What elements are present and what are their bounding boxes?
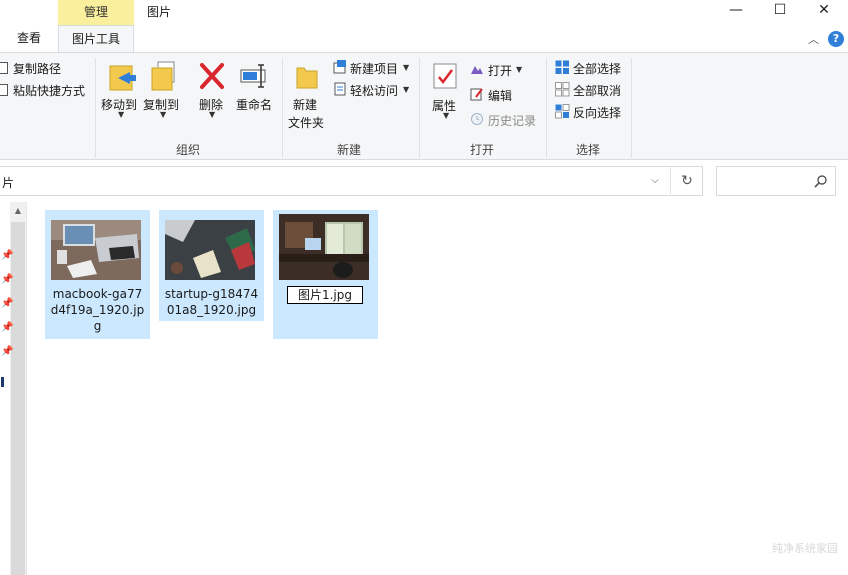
scroll-up-icon[interactable]: ▲: [11, 206, 25, 218]
edit-icon: [470, 88, 483, 101]
history-label: 历史记录: [488, 114, 537, 128]
rename-label: 重命名: [236, 98, 273, 112]
move-to-button[interactable]: 移动到 ▼: [101, 60, 141, 120]
new-folder-icon: [296, 67, 318, 89]
paste-shortcut-label: 粘贴快捷方式: [13, 84, 86, 98]
group-label-new: 新建: [337, 143, 362, 157]
new-item-label: 新建项目: [350, 62, 399, 76]
ribbon-separator: [631, 58, 632, 158]
move-to-icon: [109, 65, 136, 91]
new-folder-label-2: 文件夹: [288, 116, 325, 130]
file-name: macbook-ga77 d4f19a_1920.jp g: [45, 286, 150, 334]
help-icon[interactable]: ?: [828, 31, 844, 47]
file-name-line: g: [93, 319, 102, 333]
ribbon-separator: [95, 58, 96, 158]
chevron-down-icon: ▼: [443, 111, 450, 120]
copy-to-icon: [151, 61, 175, 91]
address-dropdown-icon[interactable]: ⌵: [640, 166, 670, 196]
chevron-down-icon: ▼: [403, 63, 410, 72]
file-name-line: 01a8_1920.jpg: [166, 303, 257, 317]
ribbon-separator: [546, 58, 547, 158]
delete-button[interactable]: 删除 ▼: [197, 60, 227, 120]
file-name: startup-g18474 01a8_1920.jpg: [159, 286, 264, 318]
file-name-line: macbook-ga77: [52, 287, 143, 301]
chevron-down-icon: ▼: [118, 110, 125, 119]
rename-icon: [240, 64, 266, 88]
search-icon[interactable]: [814, 174, 828, 188]
chevron-down-icon: ▼: [516, 65, 523, 74]
group-label-open: 打开: [470, 143, 495, 157]
invert-selection-icon: [555, 104, 570, 119]
nav-item-marker: [1, 377, 4, 387]
properties-icon: [433, 63, 457, 89]
edit-label: 编辑: [488, 89, 513, 103]
file-item-picture1[interactable]: 图片1.jpg: [273, 210, 378, 339]
open-label: 打开: [488, 64, 513, 78]
ribbon-separator: [419, 58, 420, 158]
easy-access-label: 轻松访问: [350, 84, 399, 98]
picture-tools-header: 管理: [58, 0, 134, 25]
file-item-startup[interactable]: startup-g18474 01a8_1920.jpg: [159, 210, 264, 321]
maximize-button[interactable]: ☐: [757, 0, 803, 22]
pin-icon: 📌: [1, 274, 14, 285]
address-bar[interactable]: [0, 166, 703, 196]
paste-shortcut-icon: [0, 84, 8, 96]
new-item-icon: [333, 60, 346, 74]
open-icon: [471, 66, 483, 74]
chevron-down-icon: ▼: [209, 110, 216, 119]
close-button[interactable]: ✕: [801, 0, 847, 22]
rename-button[interactable]: 重命名: [236, 60, 276, 120]
pin-icon: 📌: [1, 346, 14, 357]
chevron-down-icon: ▼: [403, 85, 410, 94]
window-title: 图片: [147, 5, 172, 19]
new-folder-label-1: 新建: [293, 98, 318, 112]
address-path: 片: [2, 176, 15, 190]
new-folder-button[interactable]: 新建 文件夹: [287, 60, 327, 130]
image-thumbnail: [279, 214, 369, 280]
pin-icon: 📌: [1, 250, 14, 261]
select-all-label: 全部选择: [573, 62, 622, 76]
properties-button[interactable]: 属性 ▼: [428, 60, 462, 122]
select-all-icon: [555, 60, 569, 74]
copy-to-button[interactable]: 复制到 ▼: [143, 60, 183, 120]
select-none-label: 全部取消: [573, 84, 622, 98]
delete-x-icon: [200, 63, 224, 89]
pin-icon: 📌: [1, 298, 14, 309]
image-thumbnail: [51, 220, 141, 280]
invert-selection-label: 反向选择: [573, 106, 622, 120]
image-thumbnail: [165, 220, 255, 280]
history-icon: [471, 113, 483, 125]
select-none-icon: [555, 82, 570, 97]
rename-input[interactable]: 图片1.jpg: [287, 286, 363, 304]
file-item-macbook[interactable]: macbook-ga77 d4f19a_1920.jp g: [45, 210, 150, 339]
easy-access-icon: [334, 82, 346, 96]
minimize-button[interactable]: —: [713, 0, 759, 22]
tab-view[interactable]: 查看: [0, 25, 58, 53]
copy-path-label: 复制路径: [13, 62, 62, 76]
tab-picture-tools[interactable]: 图片工具: [58, 25, 134, 53]
copy-path-icon: [0, 62, 8, 74]
group-label-select: 选择: [576, 143, 601, 157]
ribbon-separator: [282, 58, 283, 158]
chevron-down-icon: ▼: [160, 110, 167, 119]
file-name-line: d4f19a_1920.jp: [50, 303, 145, 317]
collapse-ribbon-icon[interactable]: ︿: [808, 31, 819, 47]
file-name-line: startup-g18474: [164, 287, 259, 301]
group-label-organize: 组织: [176, 143, 201, 157]
watermark-text: 纯净系统家园: [772, 542, 838, 555]
refresh-icon[interactable]: ↻: [670, 166, 703, 196]
pin-icon: 📌: [1, 322, 14, 333]
